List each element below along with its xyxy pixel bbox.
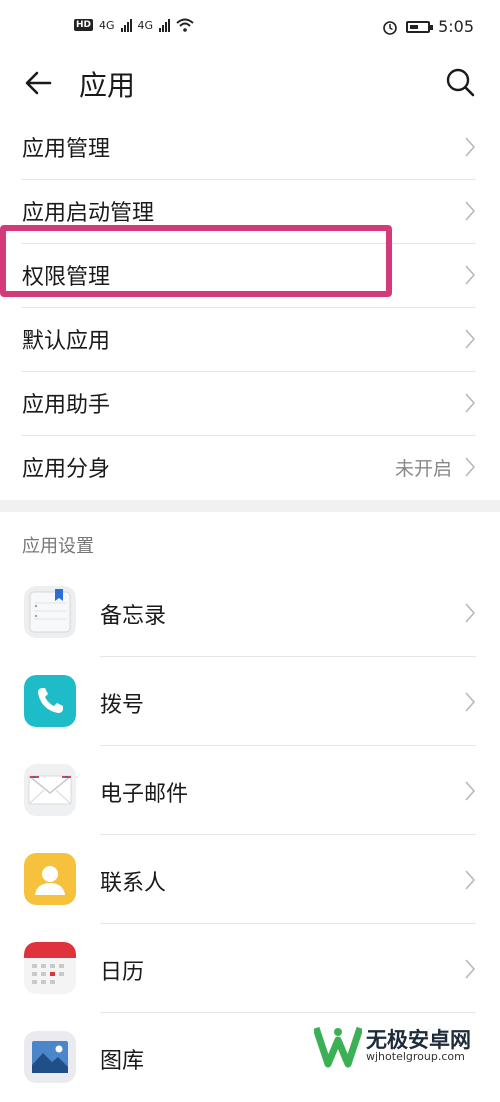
app-item-calendar[interactable]: 日历 xyxy=(0,924,500,1013)
chevron-right-icon xyxy=(465,329,476,349)
app-item-email[interactable]: 电子邮件 xyxy=(0,746,500,835)
settings-menu: 应用管理 应用启动管理 权限管理 默认应用 应用助手 应用分身 未开启 xyxy=(0,116,500,500)
menu-item-label: 权限管理 xyxy=(22,265,111,290)
app-item-contacts[interactable]: 联系人 xyxy=(0,835,500,924)
menu-item-label: 应用分身 xyxy=(22,457,111,482)
status-right: 5:05 xyxy=(382,17,474,36)
chevron-right-icon xyxy=(465,393,476,413)
wifi-icon xyxy=(176,18,194,32)
app-header: 应用 xyxy=(0,58,500,108)
chevron-right-icon xyxy=(465,457,476,477)
app-label: 日历 xyxy=(100,960,145,985)
watermark: 无极安卓网 wjhotelgroup.com xyxy=(314,1022,500,1070)
status-bar: HD 4G 4G 5:05 xyxy=(0,0,500,58)
chevron-right-icon xyxy=(465,201,476,221)
calendar-icon xyxy=(24,942,76,994)
menu-item-app-twin[interactable]: 应用分身 未开启 xyxy=(0,436,500,500)
app-label: 联系人 xyxy=(100,871,167,896)
back-arrow-icon[interactable] xyxy=(22,66,56,100)
menu-item-app-management[interactable]: 应用管理 xyxy=(0,116,500,180)
chevron-right-icon xyxy=(465,603,476,623)
app-twin-status: 未开启 xyxy=(394,458,452,480)
menu-item-label: 应用启动管理 xyxy=(22,201,155,226)
chevron-right-icon xyxy=(465,870,476,890)
chevron-right-icon xyxy=(465,959,476,979)
network-type-b: 4G xyxy=(137,18,154,32)
chevron-right-icon xyxy=(465,692,476,712)
app-item-notepad[interactable]: 备忘录 xyxy=(0,568,500,657)
watermark-logo-icon xyxy=(314,1026,362,1068)
app-label: 拨号 xyxy=(100,693,145,718)
menu-item-app-assistant[interactable]: 应用助手 xyxy=(0,372,500,436)
menu-item-permission-management[interactable]: 权限管理 xyxy=(0,244,500,308)
app-item-dialer[interactable]: 拨号 xyxy=(0,657,500,746)
chevron-right-icon xyxy=(465,265,476,285)
battery-icon xyxy=(406,20,434,33)
gallery-icon xyxy=(24,1031,76,1083)
menu-item-startup-management[interactable]: 应用启动管理 xyxy=(0,180,500,244)
app-label: 图库 xyxy=(100,1049,145,1074)
alarm-icon xyxy=(383,20,397,35)
notepad-icon xyxy=(24,586,76,638)
signal-icon xyxy=(120,18,132,32)
search-icon[interactable] xyxy=(444,66,478,100)
contacts-icon xyxy=(24,853,76,905)
phone-icon xyxy=(24,675,76,727)
clock: 5:05 xyxy=(438,17,474,36)
section-title: 应用设置 xyxy=(22,536,94,557)
signal-icon xyxy=(159,18,171,32)
chevron-right-icon xyxy=(465,781,476,801)
app-label: 备忘录 xyxy=(100,604,167,629)
section-separator xyxy=(0,500,500,512)
menu-item-label: 默认应用 xyxy=(22,329,111,354)
menu-item-default-apps[interactable]: 默认应用 xyxy=(0,308,500,372)
menu-item-label: 应用助手 xyxy=(22,393,111,418)
chevron-right-icon xyxy=(465,137,476,157)
hd-icon: HD xyxy=(74,19,94,31)
status-left: HD 4G 4G xyxy=(74,18,194,32)
menu-item-label: 应用管理 xyxy=(22,137,111,162)
app-label: 电子邮件 xyxy=(100,782,189,807)
page-title: 应用 xyxy=(79,69,136,102)
watermark-url: wjhotelgroup.com xyxy=(366,1050,465,1063)
mail-icon xyxy=(24,764,76,816)
network-type-a: 4G xyxy=(99,18,115,32)
